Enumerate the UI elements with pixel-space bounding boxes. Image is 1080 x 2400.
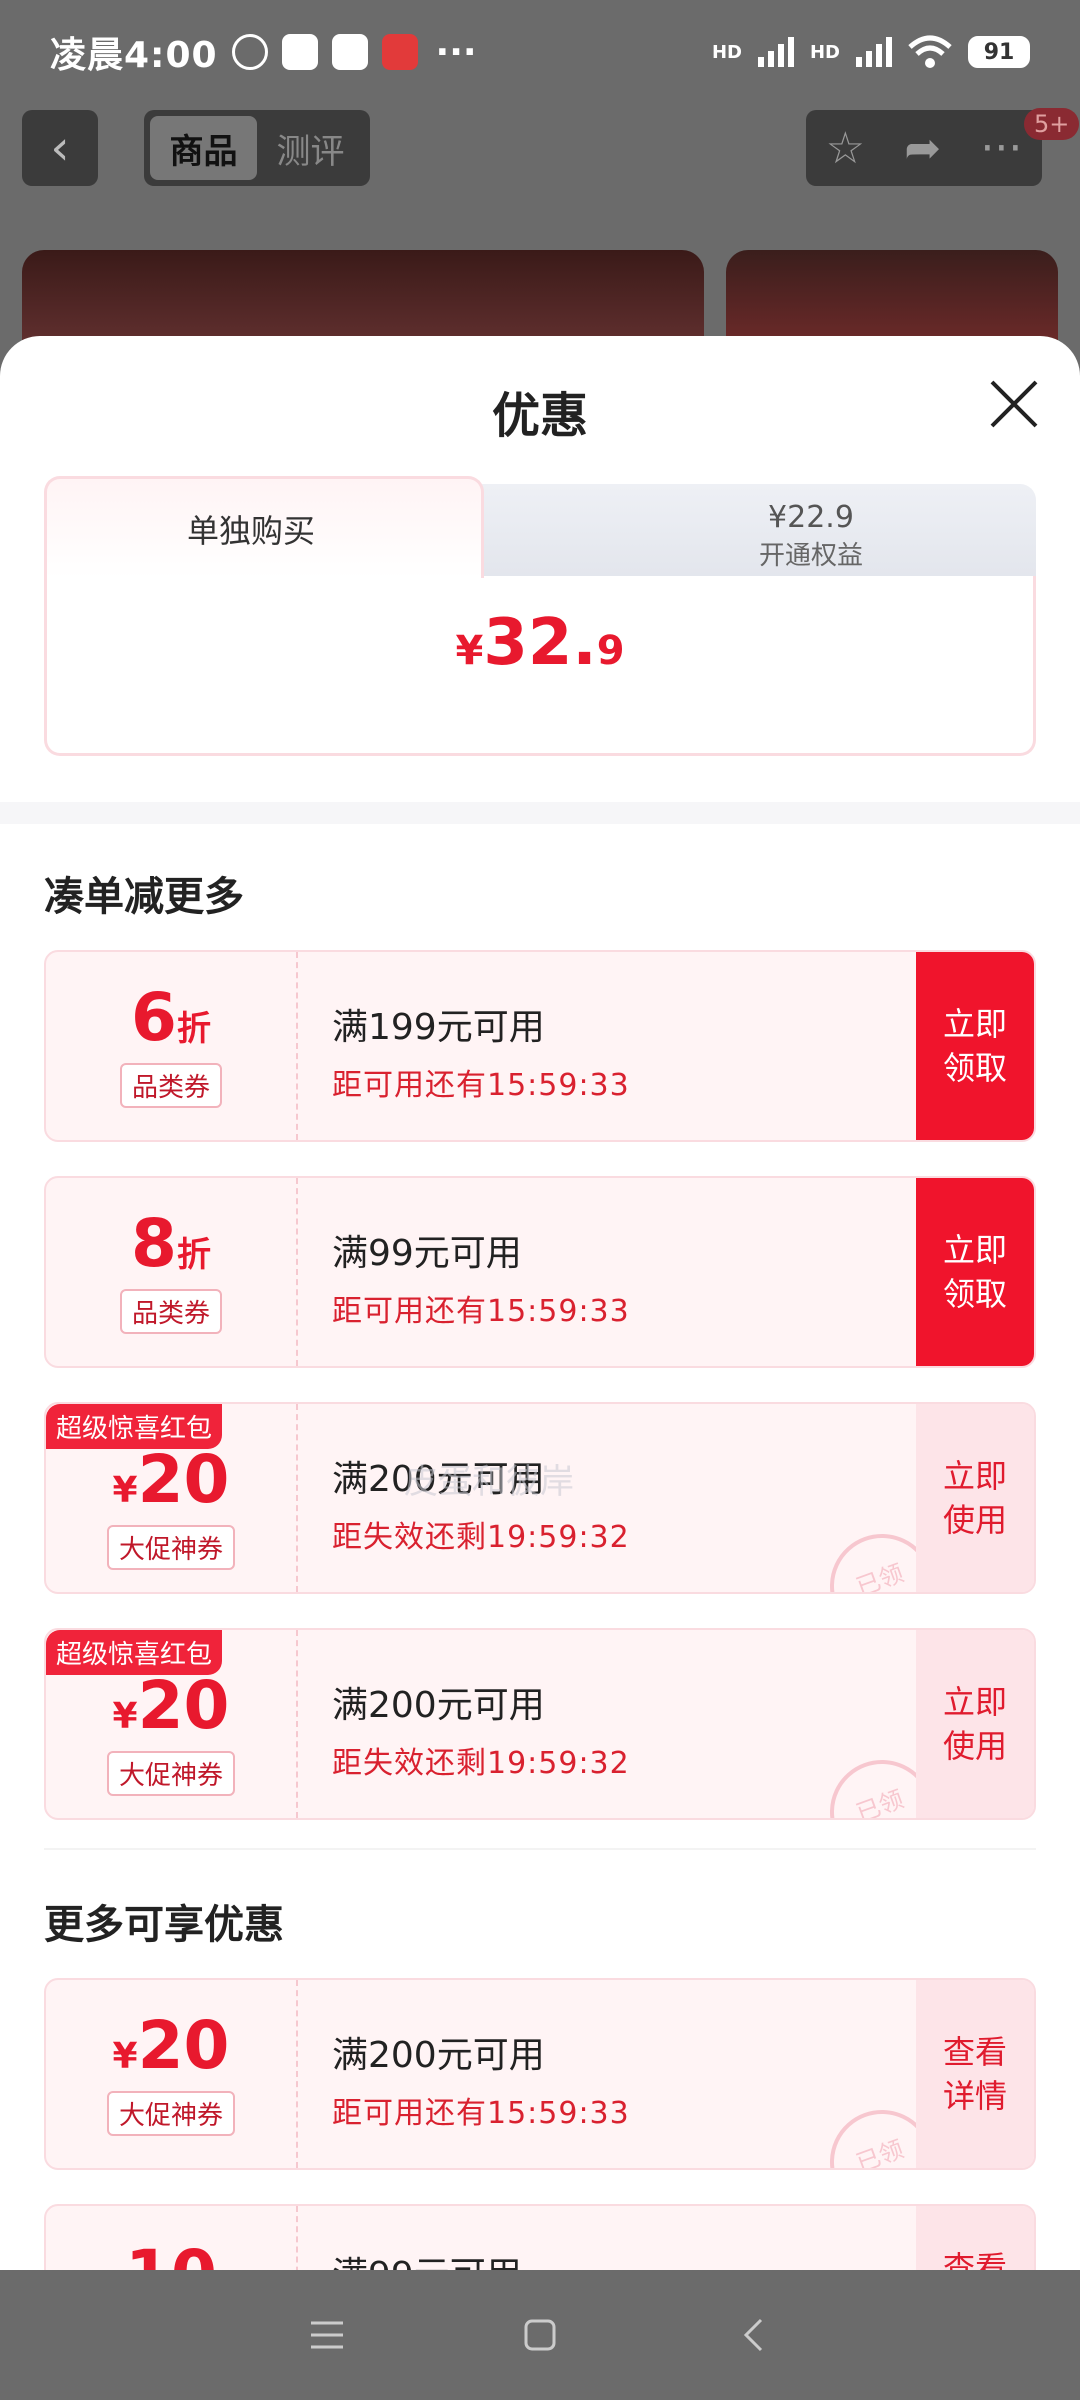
coupon-tag: 大促神券 xyxy=(106,1750,235,1796)
coupon-card: 6折 品类券 满199元可用 距可用还有15:59:33 立即 领取 xyxy=(44,950,1036,1142)
coupon-tag: 品类券 xyxy=(119,1288,222,1334)
coupon-tag: 大促神券 xyxy=(106,2090,235,2136)
app-play-icon-2 xyxy=(331,34,368,70)
single-buy-price: ¥32.9 xyxy=(455,606,625,680)
coupon-value: 6折 品类券 xyxy=(46,952,298,1140)
divider xyxy=(44,1848,1036,1850)
message-badge: 5+ xyxy=(1024,108,1080,140)
system-nav-bar xyxy=(0,2270,1080,2400)
menu-icon[interactable] xyxy=(297,2305,357,2365)
coupon-countdown: 距可用还有15:59:33 xyxy=(332,1294,630,1329)
clock: 凌晨4:00 xyxy=(50,35,218,76)
back-button[interactable]: ‹ xyxy=(22,110,98,186)
section-divider xyxy=(0,802,1080,824)
view-details-button[interactable]: 查看 详情 xyxy=(916,1980,1034,2168)
coupon-countdown: 距可用还有15:59:33 xyxy=(332,1068,630,1103)
purchase-option-box: ¥22.9 开通权益 单独购买 ¥32.9 xyxy=(44,476,1036,756)
signal-icon-2 xyxy=(856,37,892,67)
hd-label-1: HD xyxy=(711,41,742,63)
member-price-tab[interactable]: ¥22.9 开通权益 xyxy=(446,484,1036,584)
more-notifications-icon: ··· xyxy=(435,31,477,73)
single-buy-tab[interactable]: 单独购买 xyxy=(44,476,484,578)
section-title-more-offers: 更多可享优惠 xyxy=(44,1902,284,1948)
coupon-condition: 满99元可用 xyxy=(332,2246,522,2270)
coupon-condition: 满200元可用 xyxy=(332,2035,545,2076)
coupon-unit: 折 xyxy=(176,1008,211,1049)
coupon-number: 20 xyxy=(137,1440,230,1518)
share-icon[interactable]: ➦ xyxy=(904,123,941,174)
coupon-value: ¥20 大促神券 xyxy=(46,1980,298,2168)
coupon-ribbon: 超级惊喜红包 xyxy=(46,1630,223,1675)
coupon-countdown: 距可用还有15:59:33 xyxy=(332,2096,630,2131)
coupon-card: 10 满99元可用 查看 xyxy=(44,2204,1036,2270)
coupon-condition: 满199元可用 xyxy=(332,1007,545,1048)
product-top-nav: ‹ 商品 测评 ☆ ➦ ··· xyxy=(0,110,1080,190)
coupon-value: 10 xyxy=(46,2206,298,2270)
watermark-text: 皮蛋和彼岸 xyxy=(404,1462,574,1502)
close-icon[interactable] xyxy=(988,378,1040,430)
claim-button[interactable]: 立即 领取 xyxy=(916,1178,1034,1366)
coupon-unit: 折 xyxy=(176,1234,211,1275)
coupon-number: 10 xyxy=(125,2236,217,2271)
tab-review[interactable]: 测评 xyxy=(257,116,364,180)
tab-switcher: 商品 测评 xyxy=(144,110,370,186)
coupon-tag: 品类券 xyxy=(119,1062,222,1108)
coupon-number: 20 xyxy=(137,1666,230,1744)
app-play-icon xyxy=(281,34,318,70)
coupon-number: 20 xyxy=(137,2006,230,2084)
home-icon[interactable] xyxy=(510,2305,570,2365)
coupon-card: 8折 品类券 满99元可用 距可用还有15:59:33 立即 领取 xyxy=(44,1176,1036,1368)
member-price: ¥22.9 xyxy=(768,500,854,535)
claim-button[interactable]: 立即 领取 xyxy=(916,952,1034,1140)
coupon-condition: 满200元可用 xyxy=(332,1685,545,1726)
coupon-value: 8折 品类券 xyxy=(46,1178,298,1366)
coupon-number: 8 xyxy=(131,1204,177,1282)
coupon-number: 6 xyxy=(131,978,177,1056)
coupon-currency: ¥ xyxy=(112,1469,138,1511)
coupon-condition: 满99元可用 xyxy=(332,1233,522,1274)
view-details-button[interactable]: 查看 xyxy=(916,2206,1034,2270)
star-icon[interactable]: ☆ xyxy=(826,123,865,174)
coupon-card: ¥20 大促神券 超级惊喜红包 满200元可用 距失效还剩19:59:32 已领… xyxy=(44,1628,1036,1820)
coupon-tag: 大促神券 xyxy=(106,1524,235,1570)
use-button[interactable]: 立即 使用 xyxy=(916,1630,1034,1818)
more-icon[interactable]: ··· xyxy=(980,123,1022,174)
battery-indicator: 91 xyxy=(968,36,1030,68)
use-button[interactable]: 立即 使用 xyxy=(916,1404,1034,1592)
back-nav-icon[interactable] xyxy=(723,2305,783,2365)
coupon-currency: ¥ xyxy=(112,1695,138,1737)
toutiao-app-icon xyxy=(381,34,418,70)
wifi-icon xyxy=(908,35,952,68)
chevron-left-icon: ‹ xyxy=(50,120,70,176)
signal-icon xyxy=(757,37,794,67)
tab-product[interactable]: 商品 xyxy=(150,116,257,180)
sheet-title: 优惠 xyxy=(491,388,588,444)
status-bar: 凌晨4:00 ··· HD HD 91 xyxy=(0,0,1080,104)
section-title-combine: 凑单减更多 xyxy=(44,874,244,920)
coupon-countdown: 距失效还剩19:59:32 xyxy=(332,1520,630,1555)
member-label: 开通权益 xyxy=(758,541,863,571)
coupon-card: ¥20 大促神券 满200元可用 距可用还有15:59:33 已领 查看 详情 xyxy=(44,1978,1036,2170)
coupon-currency: ¥ xyxy=(112,2035,138,2077)
discount-sheet: 优惠 ¥22.9 开通权益 单独购买 ¥32.9 凑单减更多 6折 品类券 满1… xyxy=(0,336,1080,2270)
action-pill: ☆ ➦ ··· xyxy=(806,110,1042,186)
coupon-countdown: 距失效还剩19:59:32 xyxy=(332,1746,630,1781)
alarm-icon xyxy=(231,34,268,70)
coupon-ribbon: 超级惊喜红包 xyxy=(46,1404,223,1449)
hd-label-2: HD xyxy=(809,41,840,63)
